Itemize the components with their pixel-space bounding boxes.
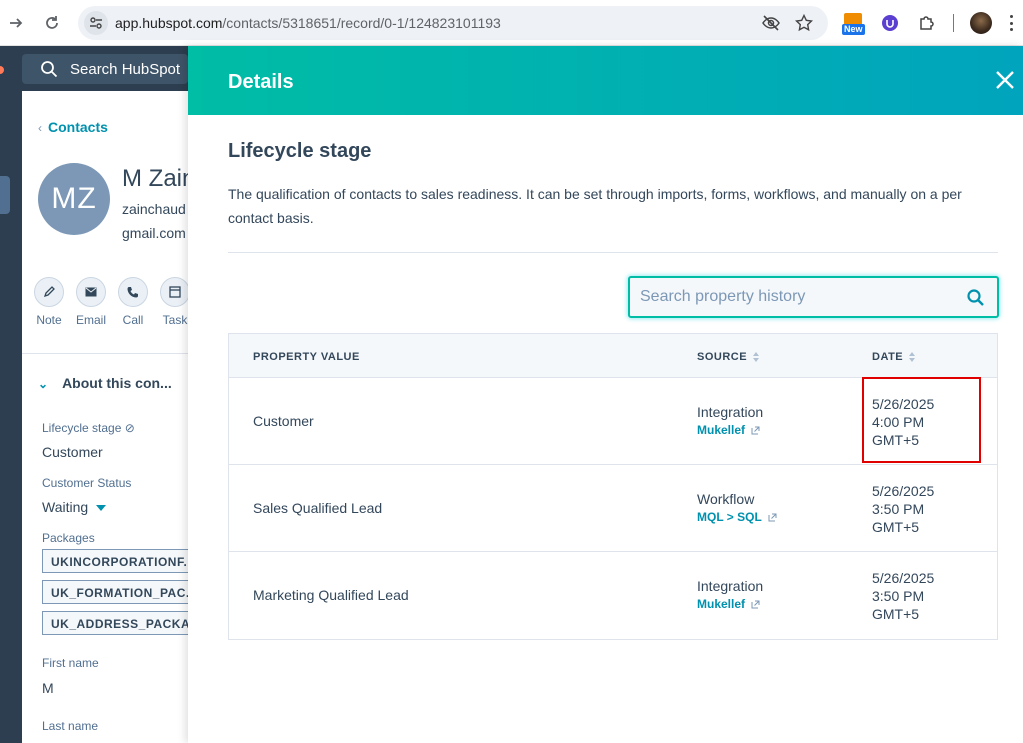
contact-name[interactable]: M Zain [122, 165, 188, 193]
note-button[interactable]: Note [29, 277, 69, 327]
section-description: The qualification of contacts to sales r… [228, 186, 962, 226]
contacts-back-link[interactable]: ‹ Contacts [38, 119, 108, 135]
email-icon [85, 287, 97, 297]
first-name-value[interactable]: M [42, 680, 54, 696]
packages-label: Packages [42, 531, 95, 545]
details-title: Details [228, 71, 294, 93]
search-icon [41, 61, 58, 78]
contact-avatar: MZ [38, 163, 110, 235]
caret-down-icon [96, 505, 107, 512]
column-header-property-value: PROPERTY VALUE [253, 351, 360, 363]
source-cell: Integration [697, 578, 764, 594]
close-icon[interactable] [994, 69, 1016, 91]
hubspot-search-label: Search HubSpot [70, 61, 181, 78]
url-path: /contacts/5318651/record/0-1/12482310119… [222, 15, 501, 31]
chevron-left-icon: ‹ [38, 121, 42, 135]
column-header-date[interactable]: DATE [872, 351, 916, 363]
forward-icon[interactable] [4, 11, 28, 35]
call-button[interactable]: Call [113, 277, 153, 327]
package-tag[interactable]: UKINCORPORATIONF... [42, 549, 188, 573]
external-link-icon [768, 513, 777, 522]
date-text: 5/26/2025 [872, 483, 935, 499]
lifecycle-stage-value[interactable]: Customer [42, 444, 103, 460]
source-link[interactable]: MQL > SQL [697, 510, 777, 524]
divider [22, 353, 188, 354]
contact-email-line1: zainchaud [122, 201, 186, 217]
extension-new-icon[interactable]: New [842, 13, 866, 37]
task-label: Task [162, 313, 188, 327]
site-info-icon[interactable] [84, 11, 108, 35]
source-cell: Integration [697, 404, 764, 420]
customer-status-select[interactable]: Waiting [42, 499, 107, 515]
chevron-down-icon: ⌄ [38, 377, 49, 391]
external-link-icon [751, 600, 760, 609]
nav-active-indicator [0, 176, 10, 214]
email-label: Email [75, 313, 106, 327]
call-label: Call [122, 313, 144, 327]
hubspot-sidebar-nav [0, 46, 22, 743]
divider [228, 252, 998, 253]
profile-avatar[interactable] [970, 12, 992, 34]
source-link[interactable]: Mukellef [697, 597, 760, 611]
details-header: Details [188, 46, 1023, 115]
table-header: PROPERTY VALUE SOURCE DATE [229, 334, 997, 378]
address-bar[interactable]: app.hubspot.com/contacts/5318651/record/… [78, 6, 828, 40]
info-icon: ⊘ [124, 421, 135, 435]
about-section-toggle[interactable]: ⌄ About this con... [38, 375, 172, 391]
back-link-label: Contacts [48, 119, 108, 135]
source-link[interactable]: Mukellef [697, 423, 760, 437]
reload-icon[interactable] [40, 11, 64, 35]
new-badge: New [842, 24, 865, 35]
column-header-source[interactable]: SOURCE [697, 351, 760, 363]
history-search-box [628, 276, 999, 318]
date-cell: 5/26/2025 3:50 PM GMT+5 [872, 482, 934, 536]
about-title: About this con... [62, 375, 172, 391]
history-search-input[interactable] [640, 286, 940, 308]
date-cell: 5/26/2025 3:50 PM GMT+5 [872, 569, 934, 623]
browser-toolbar: app.hubspot.com/contacts/5318651/record/… [0, 0, 1023, 46]
url-host: app.hubspot.com [115, 15, 223, 31]
contact-sidebar: ‹Contacts MZ M Zain zainchaud gmail.com … [22, 91, 188, 743]
puzzle-icon[interactable] [916, 12, 938, 34]
property-value-cell: Marketing Qualified Lead [253, 587, 409, 603]
task-icon [169, 286, 181, 298]
toolbar-separator [953, 14, 954, 32]
timezone-text: GMT+5 [872, 519, 920, 535]
sort-icon [753, 352, 760, 362]
hubspot-search[interactable]: Search HubSpot [22, 54, 188, 84]
call-icon [127, 287, 138, 298]
extension-icon[interactable] [879, 12, 901, 34]
highlight-box [862, 377, 981, 463]
table-row: Sales Qualified Lead Workflow MQL > SQL … [229, 465, 997, 552]
menu-icon[interactable] [1003, 12, 1019, 34]
last-name-label: Last name [42, 719, 99, 733]
contact-email-line2: gmail.com [122, 225, 186, 241]
search-icon[interactable] [966, 288, 986, 308]
package-tag[interactable]: UK_FORMATION_PAC... [42, 580, 188, 604]
property-value-cell: Customer [253, 413, 314, 429]
property-value-cell: Sales Qualified Lead [253, 500, 383, 516]
table-row: Marketing Qualified Lead Integration Muk… [229, 552, 997, 639]
hubspot-logo-icon[interactable] [0, 66, 4, 74]
time-text: 3:50 PM [872, 588, 925, 604]
source-cell: Workflow [697, 491, 755, 507]
star-icon[interactable] [794, 13, 814, 33]
timezone-text: GMT+5 [872, 606, 920, 622]
note-icon [43, 286, 55, 298]
first-name-label: First name [42, 656, 99, 670]
external-link-icon [751, 426, 760, 435]
date-text: 5/26/2025 [872, 570, 935, 586]
email-button[interactable]: Email [71, 277, 111, 327]
section-title: Lifecycle stage [228, 140, 372, 162]
package-tag[interactable]: UK_ADDRESS_PACKAG [42, 611, 188, 635]
note-label: Note [36, 313, 62, 327]
customer-status-label: Customer Status [42, 476, 132, 490]
details-panel: Details Lifecycle stage The qualificatio… [188, 46, 1023, 743]
url-text: app.hubspot.com/contacts/5318651/record/… [115, 15, 501, 31]
lifecycle-stage-label: Lifecycle stage ⊘ [42, 421, 135, 435]
time-text: 3:50 PM [872, 501, 925, 517]
task-button[interactable]: Task [155, 277, 188, 327]
sort-icon [909, 352, 916, 362]
eye-off-icon[interactable] [761, 13, 781, 33]
